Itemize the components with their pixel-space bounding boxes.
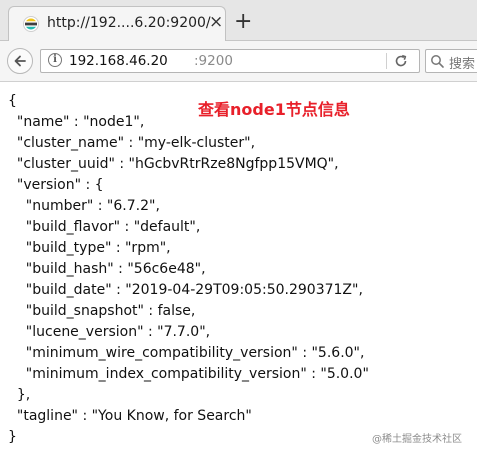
- json-line: "build_hash" : "56c6e48",: [8, 261, 206, 277]
- json-line: "name" : "node1",: [8, 114, 145, 130]
- navigation-bar: i 192.168.46.20 :9200 搜索: [0, 41, 477, 82]
- search-placeholder: 搜索: [449, 57, 476, 72]
- json-line: "build_flavor" : "default",: [8, 219, 201, 235]
- url-divider: [386, 53, 387, 69]
- json-line: {: [8, 93, 17, 109]
- json-line: "build_snapshot" : false,: [8, 303, 196, 319]
- new-tab-icon[interactable]: +: [234, 11, 252, 33]
- tab-title: http://192....6.20:9200/: [47, 15, 211, 31]
- browser-tab[interactable]: http://192....6.20:9200/ ×: [8, 6, 226, 41]
- page-content: { "name" : "node1", "cluster_name" : "my…: [0, 82, 477, 455]
- json-line: "build_date" : "2019-04-29T09:05:50.2903…: [8, 282, 363, 298]
- watermark: @稀土掘金技术社区: [372, 434, 462, 445]
- json-line: "cluster_uuid" : "hGcbvRtrRze8Ngfpp15VMQ…: [8, 156, 339, 172]
- tab-strip: http://192....6.20:9200/ × +: [0, 0, 477, 41]
- json-line: }: [8, 429, 17, 445]
- search-bar[interactable]: 搜索: [425, 49, 477, 73]
- json-line: "version" : {: [8, 177, 104, 193]
- json-line: "minimum_wire_compatibility_version" : "…: [8, 345, 365, 361]
- address-bar[interactable]: i 192.168.46.20 :9200: [40, 49, 420, 73]
- json-line: },: [8, 387, 31, 403]
- back-arrow-icon: [14, 55, 26, 67]
- json-line: "build_type" : "rpm",: [8, 240, 171, 256]
- json-line: "cluster_name" : "my-elk-cluster",: [8, 135, 256, 151]
- elasticsearch-favicon-icon: [23, 16, 39, 32]
- tab-close-icon[interactable]: ×: [209, 12, 223, 32]
- json-line: "minimum_index_compatibility_version" : …: [8, 366, 369, 382]
- url-host: 192.168.46.20: [69, 53, 168, 69]
- reload-icon[interactable]: [393, 53, 409, 69]
- back-button[interactable]: [7, 48, 33, 74]
- search-icon: [431, 55, 444, 68]
- site-info-icon[interactable]: i: [48, 53, 62, 67]
- json-line: "number" : "6.7.2",: [8, 198, 160, 214]
- json-line: "lucene_version" : "7.7.0",: [8, 324, 211, 340]
- annotation-label: 查看node1节点信息: [198, 100, 350, 119]
- json-line: "tagline" : "You Know, for Search": [8, 408, 252, 424]
- url-port: :9200: [194, 53, 233, 69]
